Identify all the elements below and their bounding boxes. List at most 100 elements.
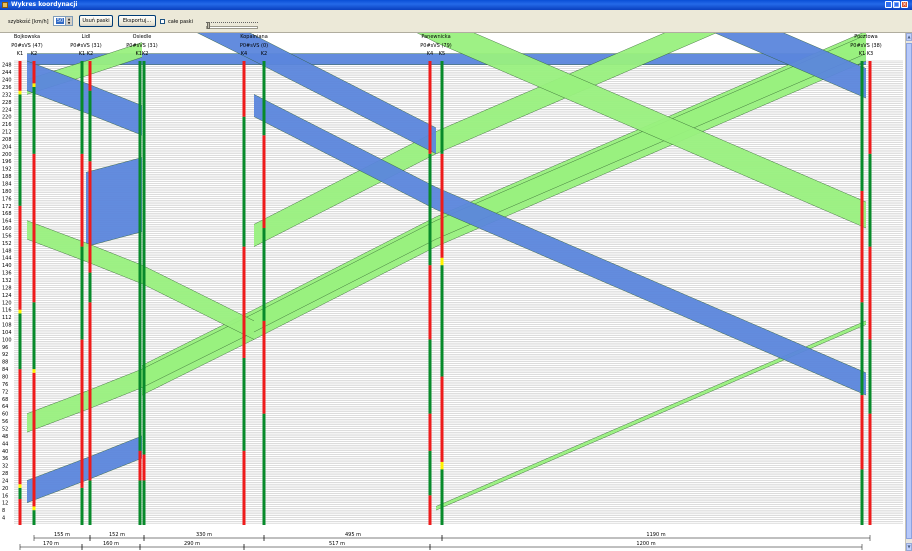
signal-phase xyxy=(428,495,432,525)
signal-phase xyxy=(88,272,92,303)
signal-phase xyxy=(242,357,246,451)
y-tick-label: 4 xyxy=(2,516,5,522)
y-tick-label: 108 xyxy=(2,323,12,329)
intersection-name: Osiedle xyxy=(133,34,152,40)
y-tick-label: 76 xyxy=(2,382,8,388)
maximize-icon[interactable]: □ xyxy=(893,1,900,8)
signal-phase xyxy=(440,265,444,377)
whole-bands-checkbox[interactable] xyxy=(160,19,165,24)
signal-phase xyxy=(80,61,84,154)
signal-phase xyxy=(142,480,146,525)
distance-label-top: 495 m xyxy=(345,532,361,538)
signal-phase xyxy=(242,61,246,117)
y-tick-label: 56 xyxy=(2,419,8,425)
signal-phase xyxy=(32,506,36,511)
vertical-scrollbar[interactable]: ▲ ▼ xyxy=(905,33,912,551)
y-tick-label: 236 xyxy=(2,85,12,91)
scroll-up-icon[interactable]: ▲ xyxy=(906,33,912,41)
y-tick-label: 200 xyxy=(2,152,12,158)
speed-label: szybkość [km/h] xyxy=(8,19,49,25)
signal-phase xyxy=(138,450,142,481)
minimize-icon[interactable]: _ xyxy=(885,1,892,8)
signal-phase xyxy=(868,61,872,154)
y-tick-label: 88 xyxy=(2,360,8,366)
distance-label-top: 152 m xyxy=(109,532,125,538)
y-tick-label: 100 xyxy=(2,337,12,343)
signal-phase xyxy=(262,413,266,525)
y-tick-label: 48 xyxy=(2,434,8,440)
y-tick-label: 128 xyxy=(2,285,12,291)
y-tick-label: 168 xyxy=(2,211,12,217)
signal-phase xyxy=(428,153,432,266)
signal-phase xyxy=(860,395,864,470)
signal-phase xyxy=(32,302,36,370)
y-tick-label: 20 xyxy=(2,486,8,492)
signal-label: K5 xyxy=(439,51,445,57)
signal-phase xyxy=(32,83,36,87)
y-tick-label: 220 xyxy=(2,115,12,121)
signal-phase xyxy=(88,302,92,481)
signal-phase xyxy=(80,153,84,247)
signal-program: P0#sVS (31) xyxy=(70,43,101,49)
signal-phase xyxy=(80,487,84,525)
signal-phase xyxy=(440,461,444,470)
y-tick-label: 124 xyxy=(2,293,12,299)
intersection-name: Bojkowska xyxy=(14,34,40,40)
distance-label-top: 155 m xyxy=(54,532,70,538)
scroll-thumb[interactable] xyxy=(906,43,912,539)
signal-phase xyxy=(32,369,36,373)
signal-phase xyxy=(18,499,22,525)
signal-phase xyxy=(860,61,864,191)
spin-arrows-icon[interactable]: ▲ ▼ xyxy=(65,17,72,25)
y-tick-label: 24 xyxy=(2,478,8,484)
y-tick-label: 120 xyxy=(2,300,12,306)
signal-phase xyxy=(142,61,146,455)
scroll-down-icon[interactable]: ▼ xyxy=(906,543,912,551)
y-tick-label: 116 xyxy=(2,308,12,314)
export-button[interactable]: Eksportuj... xyxy=(118,15,156,27)
signal-phase xyxy=(860,190,864,303)
slider-ticks xyxy=(206,22,258,25)
app-icon xyxy=(2,2,8,8)
signal-phase xyxy=(440,257,444,266)
coordination-chart[interactable]: 4 8 12 16 20 24 28 32 36 40 44 48 52 56 60 64 68 72 76 80 84… xyxy=(0,33,905,551)
y-tick-label: 104 xyxy=(2,330,12,336)
speed-stepper[interactable]: 50 ▲ ▼ xyxy=(53,16,73,26)
signal-phase xyxy=(440,376,444,462)
y-tick-label: 164 xyxy=(2,219,12,225)
signal-phase xyxy=(18,487,22,500)
signal-phase xyxy=(88,480,92,525)
distance-label-bottom: 160 m xyxy=(103,541,119,547)
distance-label-bottom: 1200 m xyxy=(636,541,655,547)
signal-phase xyxy=(32,510,36,525)
signal-phase xyxy=(428,413,432,451)
y-tick-label: 212 xyxy=(2,130,12,136)
signal-label: K3 xyxy=(867,51,873,57)
signal-phase xyxy=(262,135,266,229)
chart-svg: 4812162024283236404448525660646872768084… xyxy=(2,33,903,550)
signal-phase xyxy=(80,246,84,340)
zoom-slider-track[interactable] xyxy=(206,26,258,29)
remove-bands-button[interactable]: Usuń paski xyxy=(79,15,113,27)
signal-phase xyxy=(18,369,22,485)
y-tick-label: 192 xyxy=(2,167,12,173)
signal-label: K4 xyxy=(241,51,247,57)
y-tick-label: 16 xyxy=(2,493,8,499)
signal-label: K1 xyxy=(79,51,85,57)
signal-phase xyxy=(18,205,22,310)
signal-phase xyxy=(262,320,266,414)
signal-phase xyxy=(262,61,266,136)
y-tick-label: 28 xyxy=(2,471,8,477)
y-tick-label: 32 xyxy=(2,464,8,470)
signal-phase xyxy=(242,246,246,358)
signal-phase xyxy=(428,339,432,414)
zoom-slider-thumb[interactable] xyxy=(207,22,210,29)
y-tick-label: 216 xyxy=(2,122,12,128)
y-tick-label: 112 xyxy=(2,315,12,321)
speed-value[interactable]: 50 xyxy=(56,18,64,24)
intersection-name: Kopalniana xyxy=(240,34,268,40)
y-tick-label: 60 xyxy=(2,412,8,418)
y-tick-label: 156 xyxy=(2,233,12,239)
close-icon[interactable]: × xyxy=(901,1,908,8)
signal-program: P0#sVS (79) xyxy=(420,43,451,49)
